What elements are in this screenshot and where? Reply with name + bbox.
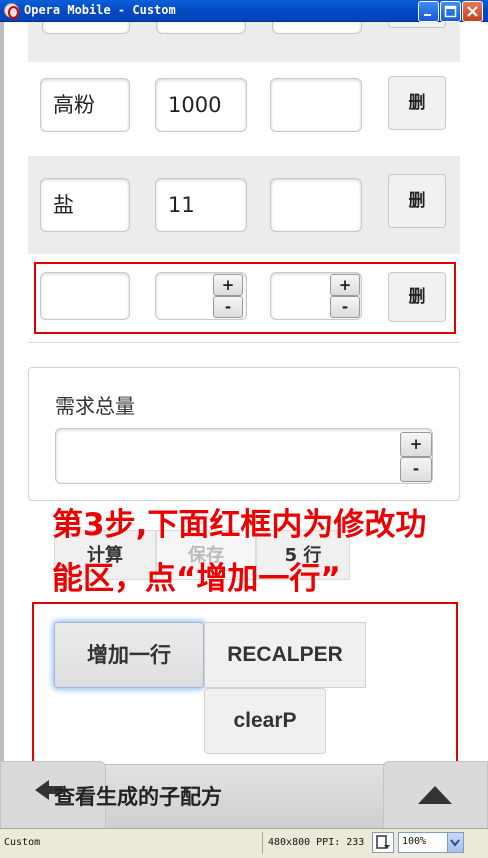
annotation-text-line1: 第3步,下面红框内为修改功 — [52, 507, 427, 543]
chevron-down-icon[interactable] — [447, 833, 463, 852]
divider — [28, 342, 460, 343]
scroll-edge — [0, 22, 4, 828]
minimize-button[interactable] — [418, 1, 439, 22]
ingredient-row: 高粉 1000 删 — [28, 62, 460, 156]
total-label: 需求总量 — [55, 394, 135, 418]
maximize-button[interactable] — [440, 1, 461, 22]
page-viewport[interactable]: 高粉 1000 删 盐 11 删 + - + - 删 需求总量 + - 计算 保… — [0, 22, 488, 828]
window-title: Opera Mobile - Custom — [24, 3, 176, 17]
maximize-icon — [444, 5, 457, 18]
annotation-text-line2: 能区，点“增加一行” — [52, 561, 341, 597]
total-input[interactable] — [55, 428, 433, 484]
delete-button[interactable] — [388, 22, 446, 28]
name-field[interactable]: 高粉 — [40, 78, 130, 132]
scroll-top-button[interactable] — [383, 761, 488, 828]
amount-field[interactable]: 11 — [155, 178, 247, 232]
annotation-red-box-row — [34, 262, 456, 334]
extra-field[interactable] — [270, 178, 362, 232]
close-icon — [467, 6, 478, 17]
name-field[interactable]: 盐 — [40, 178, 130, 232]
delete-button[interactable]: 删 — [388, 174, 446, 228]
divider — [262, 832, 263, 854]
rotate-icon — [376, 835, 390, 849]
window-titlebar: Opera Mobile - Custom — [0, 0, 488, 22]
resolution-readout: 480x800 PPI: 233 — [268, 837, 365, 848]
zoom-select[interactable]: 100% — [398, 832, 464, 853]
total-panel: 需求总量 + - — [28, 367, 460, 501]
zoom-value: 100% — [402, 836, 427, 847]
annotation-red-box-actions — [32, 602, 458, 782]
delete-button[interactable]: 删 — [388, 76, 446, 130]
footer-toolbar: 查看生成的子配方 — [0, 761, 488, 828]
ingredient-row: 盐 11 删 — [28, 156, 460, 254]
extra-field[interactable] — [270, 78, 362, 132]
up-arrow-icon — [418, 786, 452, 804]
opera-logo-icon — [4, 3, 19, 19]
rotate-screen-button[interactable] — [372, 832, 394, 853]
profile-name: Custom — [4, 837, 41, 848]
extra-field[interactable] — [272, 22, 362, 34]
minimize-icon — [424, 14, 431, 16]
view-subrecipe-link[interactable]: 查看生成的子配方 — [54, 781, 222, 811]
total-increment-button[interactable]: + — [400, 432, 432, 457]
amount-field[interactable]: 1000 — [155, 78, 247, 132]
name-field[interactable] — [42, 22, 130, 34]
status-bar: Custom 480x800 PPI: 233 100% — [0, 828, 488, 858]
ingredient-row-partial — [28, 22, 460, 62]
amount-field[interactable] — [156, 22, 246, 34]
total-decrement-button[interactable]: - — [400, 457, 432, 482]
close-button[interactable] — [462, 1, 483, 22]
